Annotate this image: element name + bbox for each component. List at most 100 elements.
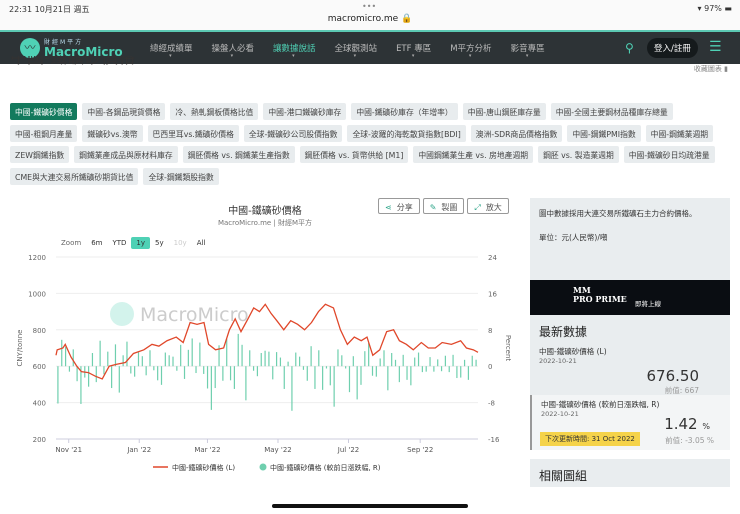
bar	[72, 349, 74, 367]
bar	[391, 353, 393, 367]
next-update-badge: 下次更新時間: 31 Oct 2022	[540, 432, 640, 446]
y2-tick-label: 16	[488, 290, 497, 298]
favorite-chart-button[interactable]: 收藏圖表 ▮	[694, 64, 728, 74]
y2-axis-label: Percent	[504, 335, 512, 362]
tag-link[interactable]: 鋼胚價格 vs. 鋼鐵業生產指數	[182, 146, 295, 163]
login-button[interactable]: 登入/註冊	[647, 38, 698, 58]
tag-link[interactable]: 鋼鐵業產成品與原材料庫存	[74, 146, 178, 163]
tag-link[interactable]: ZEW鋼鐵指數	[10, 146, 70, 163]
bar	[260, 353, 262, 367]
banner-prime: PRO PRIME	[573, 294, 627, 304]
tag-link[interactable]: 鋼胚價格 vs. 貨幣供給 [M1]	[299, 146, 409, 163]
nav-item[interactable]: M平方分析	[450, 42, 491, 59]
nav-item[interactable]: 操盤人必看	[212, 42, 255, 59]
tag-link[interactable]: 全球-波羅的海乾散貨指數[BDI]	[347, 124, 466, 142]
nav-item[interactable]: ETF 專區	[396, 42, 431, 59]
watermark-logo	[110, 302, 134, 326]
tag-link[interactable]: 全球-鐵礦砂公司股價指數	[243, 124, 343, 142]
bar	[191, 338, 193, 367]
tag-link[interactable]: CME與大連交易所鐵礦砂期貨比值	[10, 167, 139, 185]
tag-link[interactable]: 全球-鋼鐵類股指數	[143, 167, 219, 185]
bar	[122, 355, 124, 367]
y2-tick-label: 0	[488, 363, 492, 371]
bar	[414, 357, 416, 367]
bar	[199, 342, 201, 367]
tag-link[interactable]: 中國-鐵礦砂價格	[10, 103, 78, 120]
bar	[433, 366, 435, 372]
banner-coming-soon: 即將上線	[635, 300, 661, 308]
tag-link[interactable]: 中國-唐山鋼胚庫存量	[462, 103, 546, 120]
bar	[103, 366, 105, 375]
y-tick-label: 400	[33, 400, 46, 408]
more-dots[interactable]: •••	[362, 2, 376, 11]
bar	[475, 359, 477, 367]
nav-item[interactable]: 影音專區	[511, 42, 545, 59]
y-tick-label: 1200	[28, 254, 46, 262]
prime-banner[interactable]: MM PRO PRIME 即將上線	[530, 280, 730, 315]
latest-item-prev: 前值: -3.05 %	[665, 436, 714, 445]
bar	[337, 349, 339, 367]
tag-link[interactable]: 中國-鐵礦砂日均疏港量	[623, 146, 715, 163]
bar	[130, 366, 132, 374]
logo[interactable]: 〰 財經M平方 MacroMicro	[20, 37, 123, 58]
x-tick-label: Jul '22	[337, 446, 360, 454]
tag-link[interactable]: 巴西里耳vs.鐵礦砂價格	[147, 124, 239, 142]
bar	[279, 357, 282, 367]
y2-tick-label: 8	[488, 327, 492, 335]
bar	[183, 366, 186, 379]
hamburger-menu-icon[interactable]: ☰	[709, 40, 722, 54]
nav-menu: 總經成績單 操盤人必看 讓數據說話 全球觀測站 ETF 專區 M平方分析 影音專區	[150, 42, 564, 59]
bar	[275, 352, 278, 367]
tag-link[interactable]: 中國-全國主要鋼材品種庫存總量	[550, 103, 673, 120]
bar	[176, 366, 178, 371]
tag-link[interactable]: 中國-各鋼品現貨價格	[82, 103, 166, 120]
bar	[141, 356, 143, 367]
bar	[153, 366, 155, 371]
nav-item[interactable]: 全球觀測站	[335, 42, 378, 59]
bar	[291, 366, 293, 411]
bar	[229, 366, 232, 381]
bar	[398, 366, 400, 383]
nav-item[interactable]: 讓數據說話	[273, 42, 316, 59]
home-indicator[interactable]	[272, 504, 468, 508]
bar	[295, 352, 297, 367]
bar	[314, 366, 316, 389]
bar	[68, 366, 71, 372]
y-tick-label: 600	[33, 363, 46, 371]
tag-link[interactable]: 澳洲-SDR商品價格指數	[470, 124, 563, 142]
url-bar[interactable]: macromicro.me 🔒	[0, 14, 740, 24]
bar	[383, 350, 385, 367]
bar	[107, 351, 109, 367]
tag-link[interactable]: 中國-粗鋼月產量	[10, 124, 78, 142]
tag-link[interactable]: 鐵礦砂vs.澳幣	[82, 124, 143, 142]
bar	[91, 353, 94, 367]
watermark-text: MacroMicro	[140, 304, 249, 326]
bar	[233, 366, 235, 389]
bar	[64, 346, 67, 367]
bar	[425, 366, 427, 372]
search-icon[interactable]: ⚲	[625, 41, 634, 55]
y-tick-label: 1000	[28, 290, 46, 298]
y-tick-label: 200	[33, 436, 46, 444]
x-tick-label: May '22	[264, 446, 292, 454]
bar	[195, 366, 197, 374]
bar	[444, 355, 446, 367]
tag-link[interactable]: 中國-鐵礦砂庫存（年增率）	[351, 103, 458, 120]
bar	[302, 366, 305, 370]
chart-note: 圖中數據採用大連交易所鐵礦石主力合約價格。 單位：元(人民幣)/噸	[530, 198, 730, 280]
bar	[333, 366, 335, 407]
tag-link[interactable]: 中國-鋼鐵業週期	[645, 124, 714, 142]
latest-item-label: 中國-鐵礦砂價格 (較前日漲跌幅, R)	[541, 400, 660, 409]
y2-tick-label: -8	[488, 400, 495, 408]
tag-link[interactable]: 中國鋼鐵業生產 vs. 房地產週期	[413, 146, 534, 163]
bar	[206, 366, 209, 389]
nav-item[interactable]: 總經成績單	[150, 42, 193, 59]
tag-link[interactable]: 中國-港口鐵礦砂庫存	[263, 103, 347, 120]
bar	[360, 366, 362, 385]
tag-link[interactable]: 中國-鋼鐵PMI指數	[567, 124, 641, 142]
tag-link[interactable]: 鋼胚 vs. 製造業週期	[538, 146, 619, 163]
bar	[348, 366, 351, 393]
bar	[368, 342, 370, 367]
bar	[168, 355, 170, 367]
tag-link[interactable]: 冷、熱軋鋼板價格比值	[170, 103, 259, 120]
